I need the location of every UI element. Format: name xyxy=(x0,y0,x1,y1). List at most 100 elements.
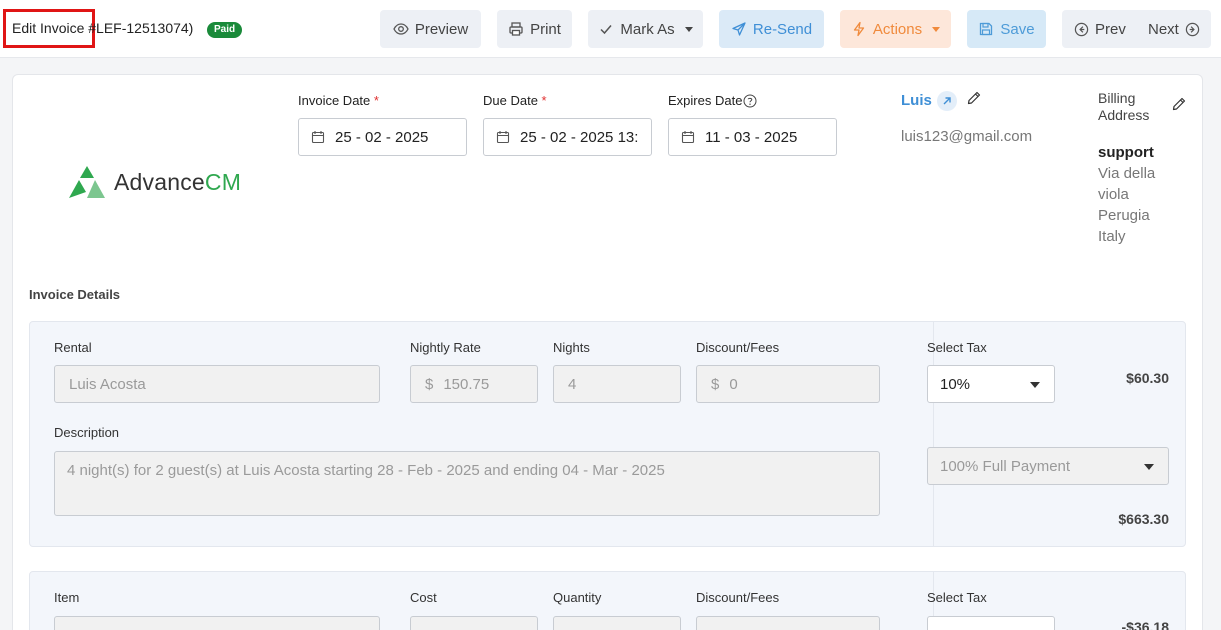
nightly-rate-value: 150.75 xyxy=(443,375,490,393)
logo-text-main: Advance xyxy=(114,168,205,195)
invoice-number: #LEF-12513074) xyxy=(88,20,194,36)
send-icon xyxy=(732,22,746,36)
actions-button[interactable]: Actions xyxy=(840,10,951,48)
cost-input[interactable] xyxy=(410,616,538,630)
next-button[interactable]: Next xyxy=(1148,10,1200,48)
tax-amount: $60.30 xyxy=(1126,370,1169,386)
due-date-field[interactable]: 25 - 02 - 2025 13: xyxy=(483,118,652,156)
save-button[interactable]: Save xyxy=(967,10,1046,48)
invoice-date-value: 25 - 02 - 2025 xyxy=(335,128,429,146)
due-date-label: Due Date * xyxy=(483,93,547,108)
billing-address: support Via della viola Perugia Italy xyxy=(1098,142,1155,247)
select-tax-label: Select Tax xyxy=(927,340,987,355)
print-button[interactable]: Print xyxy=(497,10,572,48)
prev-button[interactable]: Prev xyxy=(1074,10,1126,48)
currency-prefix: $ xyxy=(425,375,434,393)
status-badge: Paid xyxy=(207,22,243,38)
discount-value: 0 xyxy=(729,375,738,393)
logo-mark-icon xyxy=(69,166,105,198)
save-label: Save xyxy=(1000,20,1035,38)
tax-select[interactable]: 10% xyxy=(927,365,1055,403)
billing-label-line1: Billing xyxy=(1098,90,1136,106)
item-label: Item xyxy=(54,590,80,605)
line-total-amount: $663.30 xyxy=(1118,511,1169,527)
calendar-icon xyxy=(496,131,510,144)
quantity-label: Quantity xyxy=(553,590,602,605)
pencil-icon xyxy=(967,91,981,105)
prev-label: Prev xyxy=(1095,20,1126,38)
item-discount-input[interactable] xyxy=(696,616,880,630)
rental-label: Rental xyxy=(54,340,92,355)
invoice-date-field[interactable]: 25 - 02 - 2025 xyxy=(298,118,467,156)
description-textarea[interactable]: 4 night(s) for 2 guest(s) at Luis Acosta… xyxy=(54,451,880,516)
floppy-icon xyxy=(980,22,993,36)
pencil-icon xyxy=(1172,97,1186,111)
client-name-link[interactable]: Luis xyxy=(901,92,932,109)
required-mark: * xyxy=(541,93,547,108)
chevron-down-icon xyxy=(684,26,693,32)
nightly-rate-input[interactable]: $ 150.75 xyxy=(410,365,538,403)
arrow-up-right-icon xyxy=(943,97,951,105)
quantity-input[interactable] xyxy=(553,616,681,630)
caret-down-icon xyxy=(1144,464,1154,470)
top-bar: Edit Invoice #LEF-12513074) Paid Preview… xyxy=(0,0,1221,58)
check-icon xyxy=(600,25,612,35)
billing-name: support xyxy=(1098,144,1154,161)
expires-date-value: 11 - 03 - 2025 xyxy=(705,128,798,146)
required-mark: * xyxy=(373,93,379,108)
edit-billing-button[interactable] xyxy=(1171,96,1187,117)
mark-as-button[interactable]: Mark As xyxy=(588,10,703,48)
nights-value: 4 xyxy=(568,375,577,393)
expires-date-label: Expires Date xyxy=(668,93,757,108)
expires-date-field[interactable]: 11 - 03 - 2025 xyxy=(668,118,837,156)
description-value: 4 night(s) for 2 guest(s) at Luis Acosta… xyxy=(67,462,665,479)
item-input[interactable] xyxy=(54,616,380,630)
open-client-button[interactable] xyxy=(937,91,957,111)
nights-input[interactable]: 4 xyxy=(553,365,681,403)
currency-prefix: $ xyxy=(711,375,720,393)
item-tax-select[interactable] xyxy=(927,616,1055,630)
discount-input[interactable]: $ 0 xyxy=(696,365,880,403)
print-label: Print xyxy=(530,20,561,38)
due-date-label-text: Due Date xyxy=(483,93,538,108)
payment-select[interactable]: 100% Full Payment xyxy=(927,447,1169,485)
tax-column-divider xyxy=(933,322,934,546)
chevron-down-icon xyxy=(932,26,941,32)
billing-line: Italy xyxy=(1098,228,1126,245)
nightly-rate-label: Nightly Rate xyxy=(410,340,481,355)
rental-value: Luis Acosta xyxy=(69,375,146,393)
page-title: Edit Invoice #LEF-12513074) xyxy=(12,20,193,36)
printer-icon xyxy=(509,22,523,36)
resend-label: Re-Send xyxy=(752,20,813,38)
help-circle-icon[interactable] xyxy=(743,94,757,108)
lightning-icon xyxy=(853,21,865,37)
item-tax-amount: -$36.18 xyxy=(1121,619,1169,630)
company-logo: AdvanceCM xyxy=(68,165,241,199)
due-date-value: 25 - 02 - 2025 13: xyxy=(520,128,639,146)
actions-label: Actions xyxy=(872,20,923,38)
client-email: luis123@gmail.com xyxy=(901,128,1033,145)
calendar-icon xyxy=(311,131,325,144)
cost-label: Cost xyxy=(410,590,437,605)
invoice-date-label: Invoice Date * xyxy=(298,93,379,108)
logo-text: AdvanceCM xyxy=(114,169,241,196)
resend-button[interactable]: Re-Send xyxy=(719,10,824,48)
prev-next-group: Prev Next xyxy=(1062,10,1211,48)
eye-icon xyxy=(393,23,409,35)
edit-client-button[interactable] xyxy=(966,90,982,111)
rental-input[interactable]: Luis Acosta xyxy=(54,365,380,403)
page-title-text: Edit Invoice xyxy=(12,20,85,36)
preview-button[interactable]: Preview xyxy=(380,10,481,48)
discount-label: Discount/Fees xyxy=(696,340,780,355)
invoice-date-label-text: Invoice Date xyxy=(298,93,371,108)
invoice-details-title: Invoice Details xyxy=(29,287,121,302)
preview-label: Preview xyxy=(414,20,469,38)
arrow-right-circle-icon xyxy=(1185,22,1200,36)
expires-date-label-text: Expires Date xyxy=(668,93,743,108)
billing-line: viola xyxy=(1098,186,1129,203)
nights-label: Nights xyxy=(553,340,590,355)
billing-line: Perugia xyxy=(1098,207,1150,224)
payment-select-value: 100% Full Payment xyxy=(940,457,1071,475)
next-label: Next xyxy=(1148,20,1179,38)
logo-text-accent: CM xyxy=(204,168,242,195)
